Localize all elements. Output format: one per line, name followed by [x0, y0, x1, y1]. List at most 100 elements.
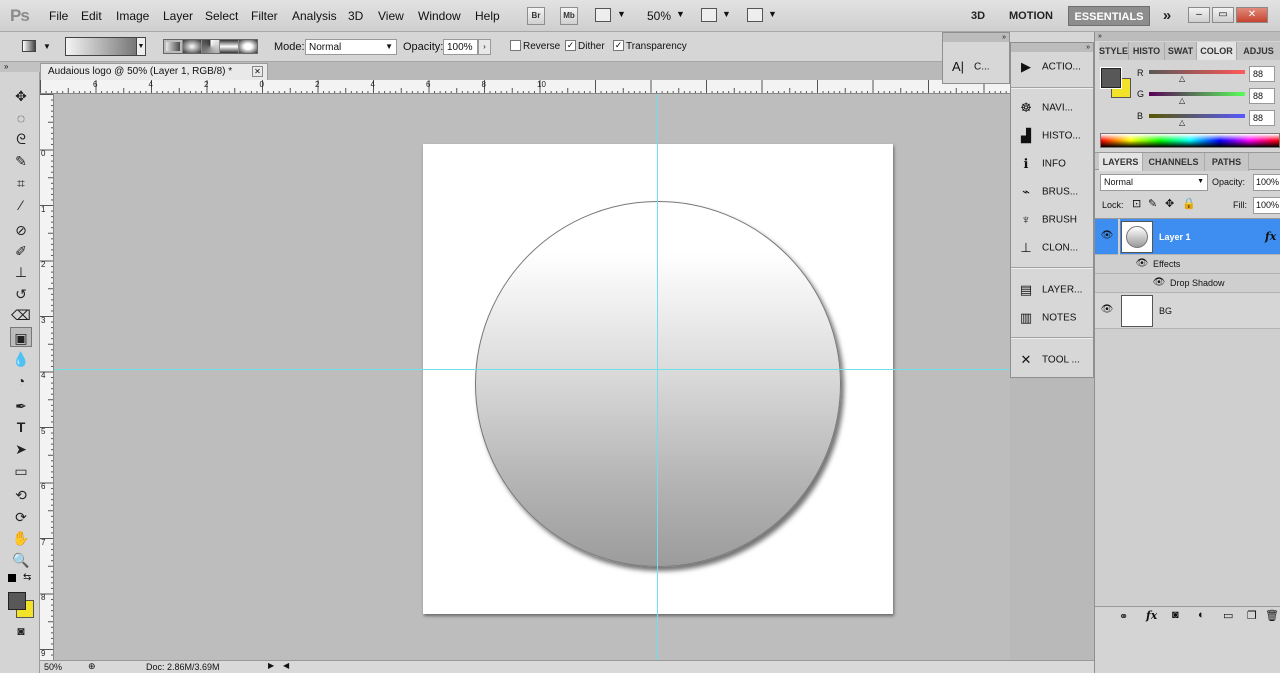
menu-image[interactable]: Image — [116, 9, 149, 23]
panel-collapse-icon[interactable]: » — [1095, 32, 1280, 41]
blur-tool-icon[interactable]: 💧 — [10, 349, 32, 369]
add-layer-style-icon[interactable]: fx — [1146, 609, 1157, 622]
scroll-left-icon[interactable]: ◀ — [283, 661, 289, 670]
chevron-down-icon[interactable]: ▼ — [43, 42, 51, 51]
close-document-icon[interactable]: ✕ — [252, 66, 263, 77]
new-group-icon[interactable]: ▭ — [1223, 609, 1233, 622]
lock-all-icon[interactable]: 🔒 — [1182, 197, 1196, 210]
workspace-motion[interactable]: MOTION — [1003, 6, 1059, 26]
eraser-tool-icon[interactable]: ⌫ — [10, 305, 32, 325]
marquee-tool-icon[interactable]: ◌ — [10, 108, 32, 128]
ruler-left[interactable]: 0 1 2 3 4 5 6 7 8 9 — [40, 94, 54, 660]
opacity-slider-arrow-icon[interactable]: › — [478, 39, 491, 55]
collapse-icon[interactable]: » — [0, 62, 40, 72]
color-spectrum[interactable] — [1100, 133, 1280, 148]
path-selection-tool-icon[interactable]: ➤ — [10, 439, 32, 459]
tab-paths[interactable]: PATHS — [1205, 153, 1249, 171]
workspace-essentials[interactable]: ESSENTIALS — [1068, 6, 1150, 26]
menu-window[interactable]: Window — [418, 9, 461, 23]
chevron-down-icon[interactable]: ▼ — [722, 9, 731, 19]
gradient-tool-preset-icon[interactable] — [22, 40, 36, 52]
zoom-level[interactable]: 50% — [647, 9, 671, 23]
horizontal-guide[interactable] — [54, 369, 1010, 370]
lock-position-icon[interactable]: ✥ — [1165, 197, 1174, 210]
b-input[interactable]: 88 — [1249, 110, 1275, 126]
r-input[interactable]: 88 — [1249, 66, 1275, 82]
drop-shadow-row[interactable]: 👁 Drop Shadow — [1095, 274, 1280, 293]
lasso-tool-icon[interactable]: ᘓ — [10, 129, 32, 149]
chevron-down-icon[interactable]: ▼ — [617, 9, 626, 19]
foreground-color-swatch[interactable] — [8, 592, 26, 610]
transparency-checkbox[interactable]: ✓ — [613, 40, 624, 51]
layer-1-thumbnail[interactable] — [1121, 221, 1153, 253]
layer-1-name[interactable]: Layer 1 — [1159, 232, 1191, 242]
tab-adjustments[interactable]: ADJUS — [1237, 42, 1280, 60]
dock-expand-icon[interactable]: » — [943, 33, 1009, 42]
dock-item-clone-source[interactable]: ⊥ CLON... — [1017, 236, 1091, 260]
layer-fx-icon[interactable]: fx — [1265, 230, 1276, 243]
tab-swatches[interactable]: SWAT — [1165, 42, 1197, 60]
zoom-tool-icon[interactable]: 🔍 — [10, 550, 32, 570]
menu-3d[interactable]: 3D — [348, 9, 363, 23]
delete-layer-icon[interactable]: 🗑 — [1265, 609, 1279, 622]
dock-item-tool-presets[interactable]: ✕ TOOL ... — [1017, 348, 1091, 372]
status-info-icon[interactable]: ⊕ — [88, 661, 96, 672]
lock-image-icon[interactable]: ✎ — [1148, 197, 1157, 210]
blend-mode-select[interactable]: Normal ▼ — [1100, 174, 1208, 191]
b-slider[interactable] — [1149, 114, 1245, 118]
mini-bridge-button[interactable]: Mb — [560, 7, 578, 25]
chevron-down-icon[interactable]: ▼ — [136, 37, 146, 56]
angle-gradient-icon[interactable] — [201, 40, 221, 53]
tab-history[interactable]: HISTO — [1129, 42, 1165, 60]
ruler-top[interactable]: 6 4 2 0 2 4 6 8 10 — [40, 80, 1010, 94]
dock-item-brush-presets[interactable]: ⌁ BRUS... — [1017, 180, 1091, 204]
eyedropper-tool-icon[interactable]: ⁄ — [10, 195, 32, 215]
document-tab[interactable]: Audaious logo @ 50% (Layer 1, RGB/8) * ✕ — [40, 63, 268, 80]
radial-gradient-icon[interactable] — [182, 40, 202, 53]
dock-item-actions[interactable]: ▶ ACTIO... — [1017, 55, 1091, 79]
visibility-eye-icon[interactable]: 👁 — [1100, 230, 1114, 241]
dock-item-brush[interactable]: ♆ BRUSH — [1017, 208, 1091, 232]
drop-shadow-visibility-eye-icon[interactable]: 👁 — [1152, 277, 1166, 288]
canvas-area[interactable] — [54, 94, 1010, 660]
dither-checkbox[interactable]: ✓ — [565, 40, 576, 51]
bg-thumbnail[interactable] — [1121, 295, 1153, 327]
linear-gradient-icon[interactable] — [164, 40, 183, 53]
crop-tool-icon[interactable]: ⌗ — [10, 173, 32, 193]
brush-tool-icon[interactable]: ✐ — [10, 241, 32, 261]
layer-row-bg[interactable]: 👁 BG — [1095, 293, 1280, 329]
panel-foreground-swatch[interactable] — [1100, 67, 1122, 89]
layers-opacity-input[interactable]: 100% — [1253, 174, 1280, 191]
dock-item-navigator[interactable]: ☸ NAVI... — [1017, 96, 1091, 120]
history-brush-tool-icon[interactable]: ↺ — [10, 284, 32, 304]
menu-help[interactable]: Help — [475, 9, 500, 23]
move-tool-icon[interactable]: ✥ — [10, 86, 32, 106]
minimize-button[interactable]: – — [1188, 7, 1210, 23]
lock-transparency-icon[interactable]: ⊡ — [1132, 197, 1141, 210]
bg-layer-name[interactable]: BG — [1159, 306, 1172, 316]
default-colors-icon[interactable] — [8, 574, 16, 582]
effects-row[interactable]: 👁 Effects — [1095, 255, 1280, 274]
visibility-eye-icon[interactable]: 👁 — [1100, 304, 1114, 315]
link-layers-icon[interactable]: ⚭ — [1119, 610, 1128, 623]
document-canvas[interactable] — [423, 144, 893, 614]
menu-filter[interactable]: Filter — [251, 9, 278, 23]
diamond-gradient-icon[interactable] — [239, 40, 257, 53]
hand-tool-icon[interactable]: ✋ — [10, 528, 32, 548]
dodge-tool-icon[interactable]: ◔ — [10, 371, 32, 391]
vertical-guide[interactable] — [657, 94, 658, 660]
quick-mask-icon[interactable]: ◙ — [10, 621, 32, 641]
r-slider[interactable] — [1149, 70, 1245, 74]
tab-styles[interactable]: STYLE — [1099, 42, 1129, 60]
healing-brush-tool-icon[interactable]: ⊘ — [10, 220, 32, 240]
b-slider-thumb-icon[interactable]: △ — [1179, 118, 1185, 127]
dock-item-info[interactable]: ℹ INFO — [1017, 152, 1091, 176]
gradient-tool-icon[interactable]: ▣ — [10, 327, 32, 347]
pen-tool-icon[interactable]: ✒ — [10, 396, 32, 416]
dock-item-layer-comps[interactable]: ▤ LAYER... — [1017, 278, 1091, 302]
tab-color[interactable]: COLOR — [1197, 42, 1237, 60]
new-layer-icon[interactable]: ❐ — [1247, 609, 1257, 622]
bridge-button[interactable]: Br — [527, 7, 545, 25]
menu-edit[interactable]: Edit — [81, 9, 102, 23]
clone-stamp-tool-icon[interactable]: ⊥ — [10, 262, 32, 282]
